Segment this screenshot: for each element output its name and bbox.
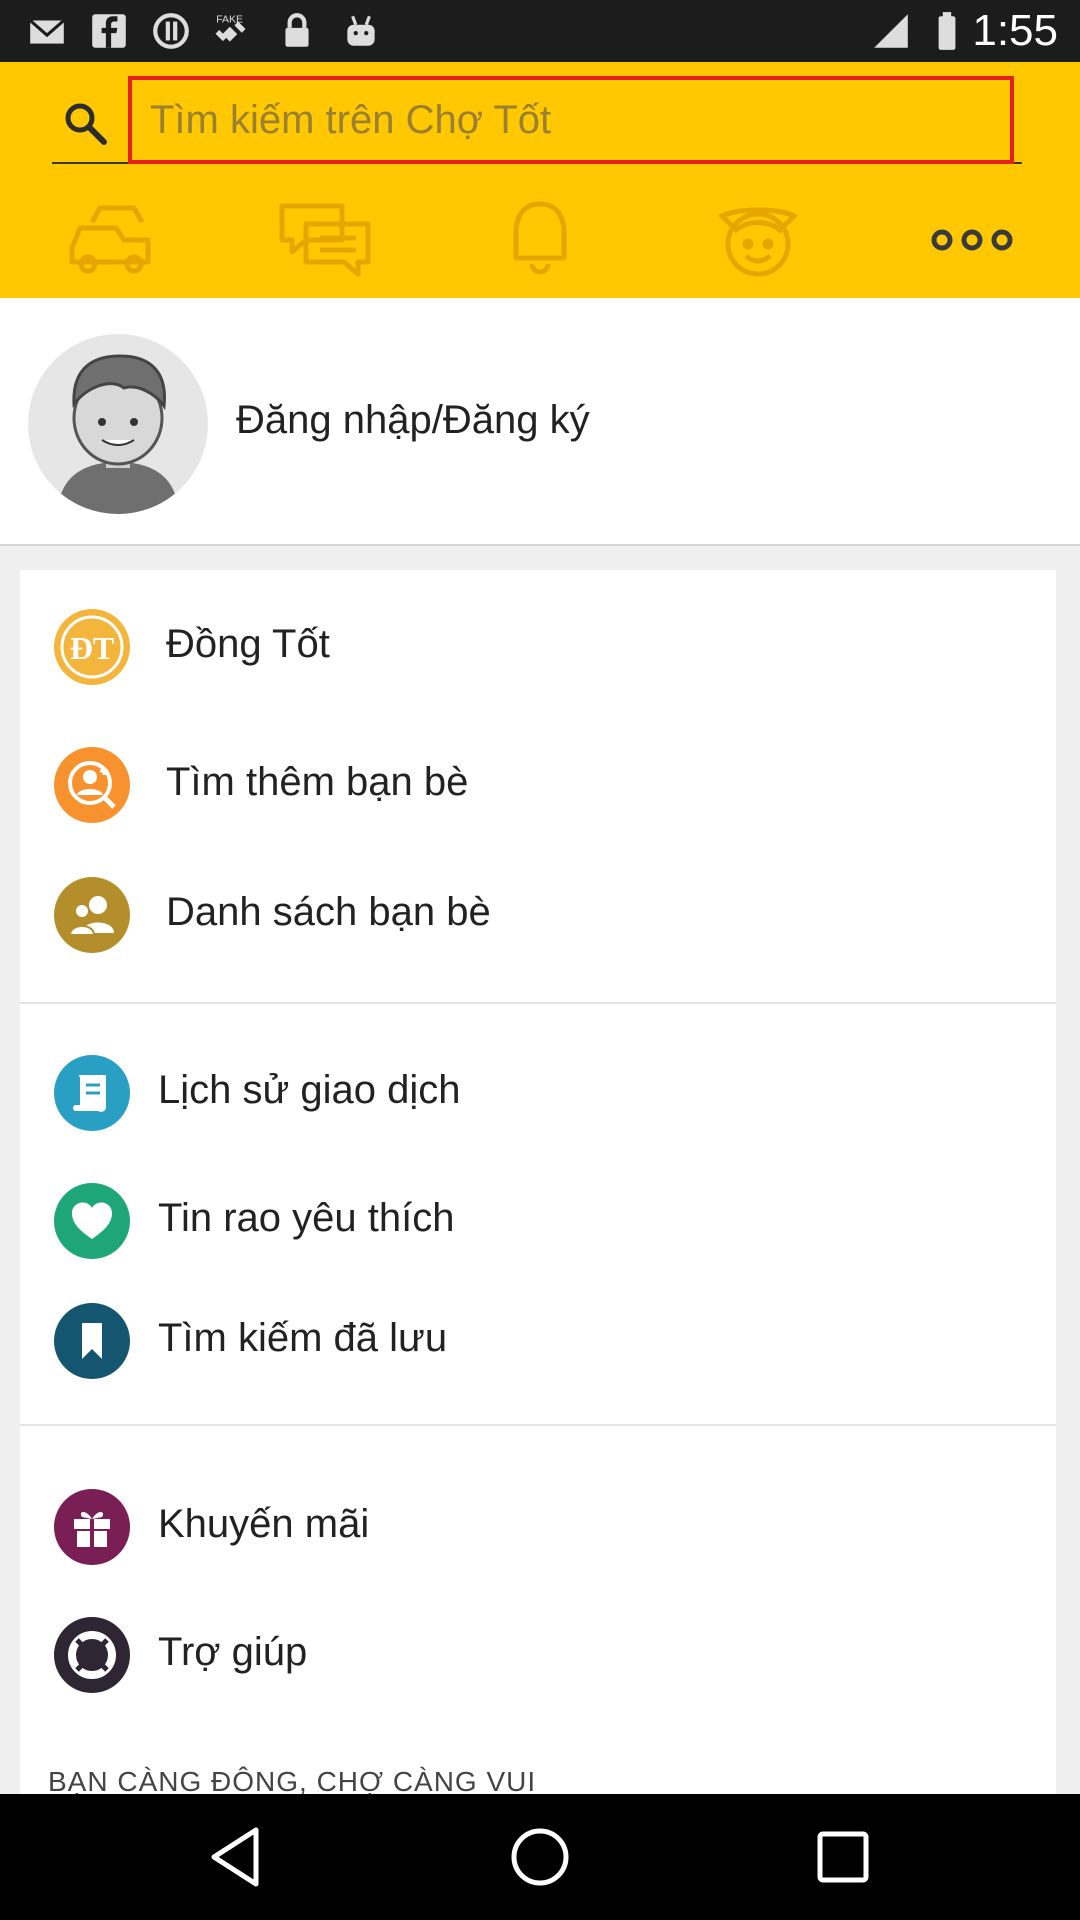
- more-icon[interactable]: [922, 200, 1022, 280]
- avatar[interactable]: [28, 334, 208, 514]
- menu-item-label: Danh sách bạn bè: [166, 890, 491, 934]
- menu-item-label: Đồng Tốt: [166, 622, 330, 666]
- back-icon[interactable]: [204, 1824, 270, 1890]
- svg-text:ĐT: ĐT: [70, 630, 114, 666]
- menu-card: ĐT Đồng Tốt Tìm thêm bạn bè Danh sách bạ…: [20, 570, 1056, 1920]
- menu-item-friends-list[interactable]: Danh sách bạn bè: [20, 860, 1056, 970]
- lock-icon: [285, 13, 309, 47]
- mail-icon: [29, 19, 65, 44]
- menu-item-help[interactable]: Trợ giúp: [20, 1600, 1056, 1710]
- signal-icon: [874, 14, 908, 48]
- friends-list-icon: [54, 877, 130, 953]
- gift-icon: [54, 1489, 130, 1565]
- face-icon[interactable]: [708, 200, 808, 280]
- navigation-bar: [0, 1794, 1080, 1920]
- bell-icon[interactable]: [490, 200, 590, 280]
- recents-icon[interactable]: [810, 1824, 876, 1890]
- bookmark-icon: [54, 1303, 130, 1379]
- menu-divider: [20, 1424, 1056, 1426]
- battery-icon: [938, 12, 956, 50]
- heart-icon: [54, 1183, 130, 1259]
- android-icon: [347, 15, 375, 46]
- menu-item-label: Tìm kiếm đã lưu: [158, 1316, 448, 1360]
- profile-section[interactable]: Đăng nhập/Đăng ký: [0, 298, 1080, 546]
- facebook-icon: [92, 14, 126, 48]
- menu-item-label: Tin rao yêu thích: [158, 1196, 455, 1240]
- menu-item-label: Tìm thêm bạn bè: [166, 760, 469, 804]
- lifebuoy-icon: [54, 1617, 130, 1693]
- chat-icon[interactable]: [276, 200, 376, 280]
- status-time: 1:55: [972, 6, 1058, 55]
- find-friend-icon: [54, 747, 130, 823]
- menu-item-label: Lịch sử giao dịch: [158, 1068, 461, 1112]
- receipt-icon: [54, 1055, 130, 1131]
- search-input[interactable]: Tìm kiếm trên Chợ Tốt: [128, 76, 1014, 164]
- alert-circle-icon: [153, 13, 189, 49]
- fake-gps-icon: FAKE: [215, 14, 246, 42]
- menu-item-find-friends[interactable]: Tìm thêm bạn bè: [20, 730, 1056, 840]
- avatar-icon: [58, 354, 178, 514]
- menu-item-transaction-history[interactable]: Lịch sử giao dịch: [20, 1038, 1056, 1148]
- menu-item-saved-searches[interactable]: Tìm kiếm đã lưu: [20, 1286, 1056, 1396]
- car-icon[interactable]: [62, 200, 162, 280]
- search-icon[interactable]: [62, 100, 108, 146]
- menu-item-promotions[interactable]: Khuyến mãi: [20, 1472, 1056, 1582]
- menu-item-favorite-ads[interactable]: Tin rao yêu thích: [20, 1166, 1056, 1276]
- home-icon[interactable]: [507, 1824, 573, 1890]
- menu-item-dong-tot[interactable]: ĐT Đồng Tốt: [20, 592, 1056, 702]
- login-register-link[interactable]: Đăng nhập/Đăng ký: [236, 398, 590, 443]
- status-bar: FAKE 1:55: [0, 0, 1080, 62]
- menu-divider: [20, 1002, 1056, 1004]
- dong-tot-coin-icon: ĐT: [54, 609, 130, 685]
- menu-item-label: Khuyến mãi: [158, 1502, 370, 1546]
- menu-item-label: Trợ giúp: [158, 1630, 308, 1674]
